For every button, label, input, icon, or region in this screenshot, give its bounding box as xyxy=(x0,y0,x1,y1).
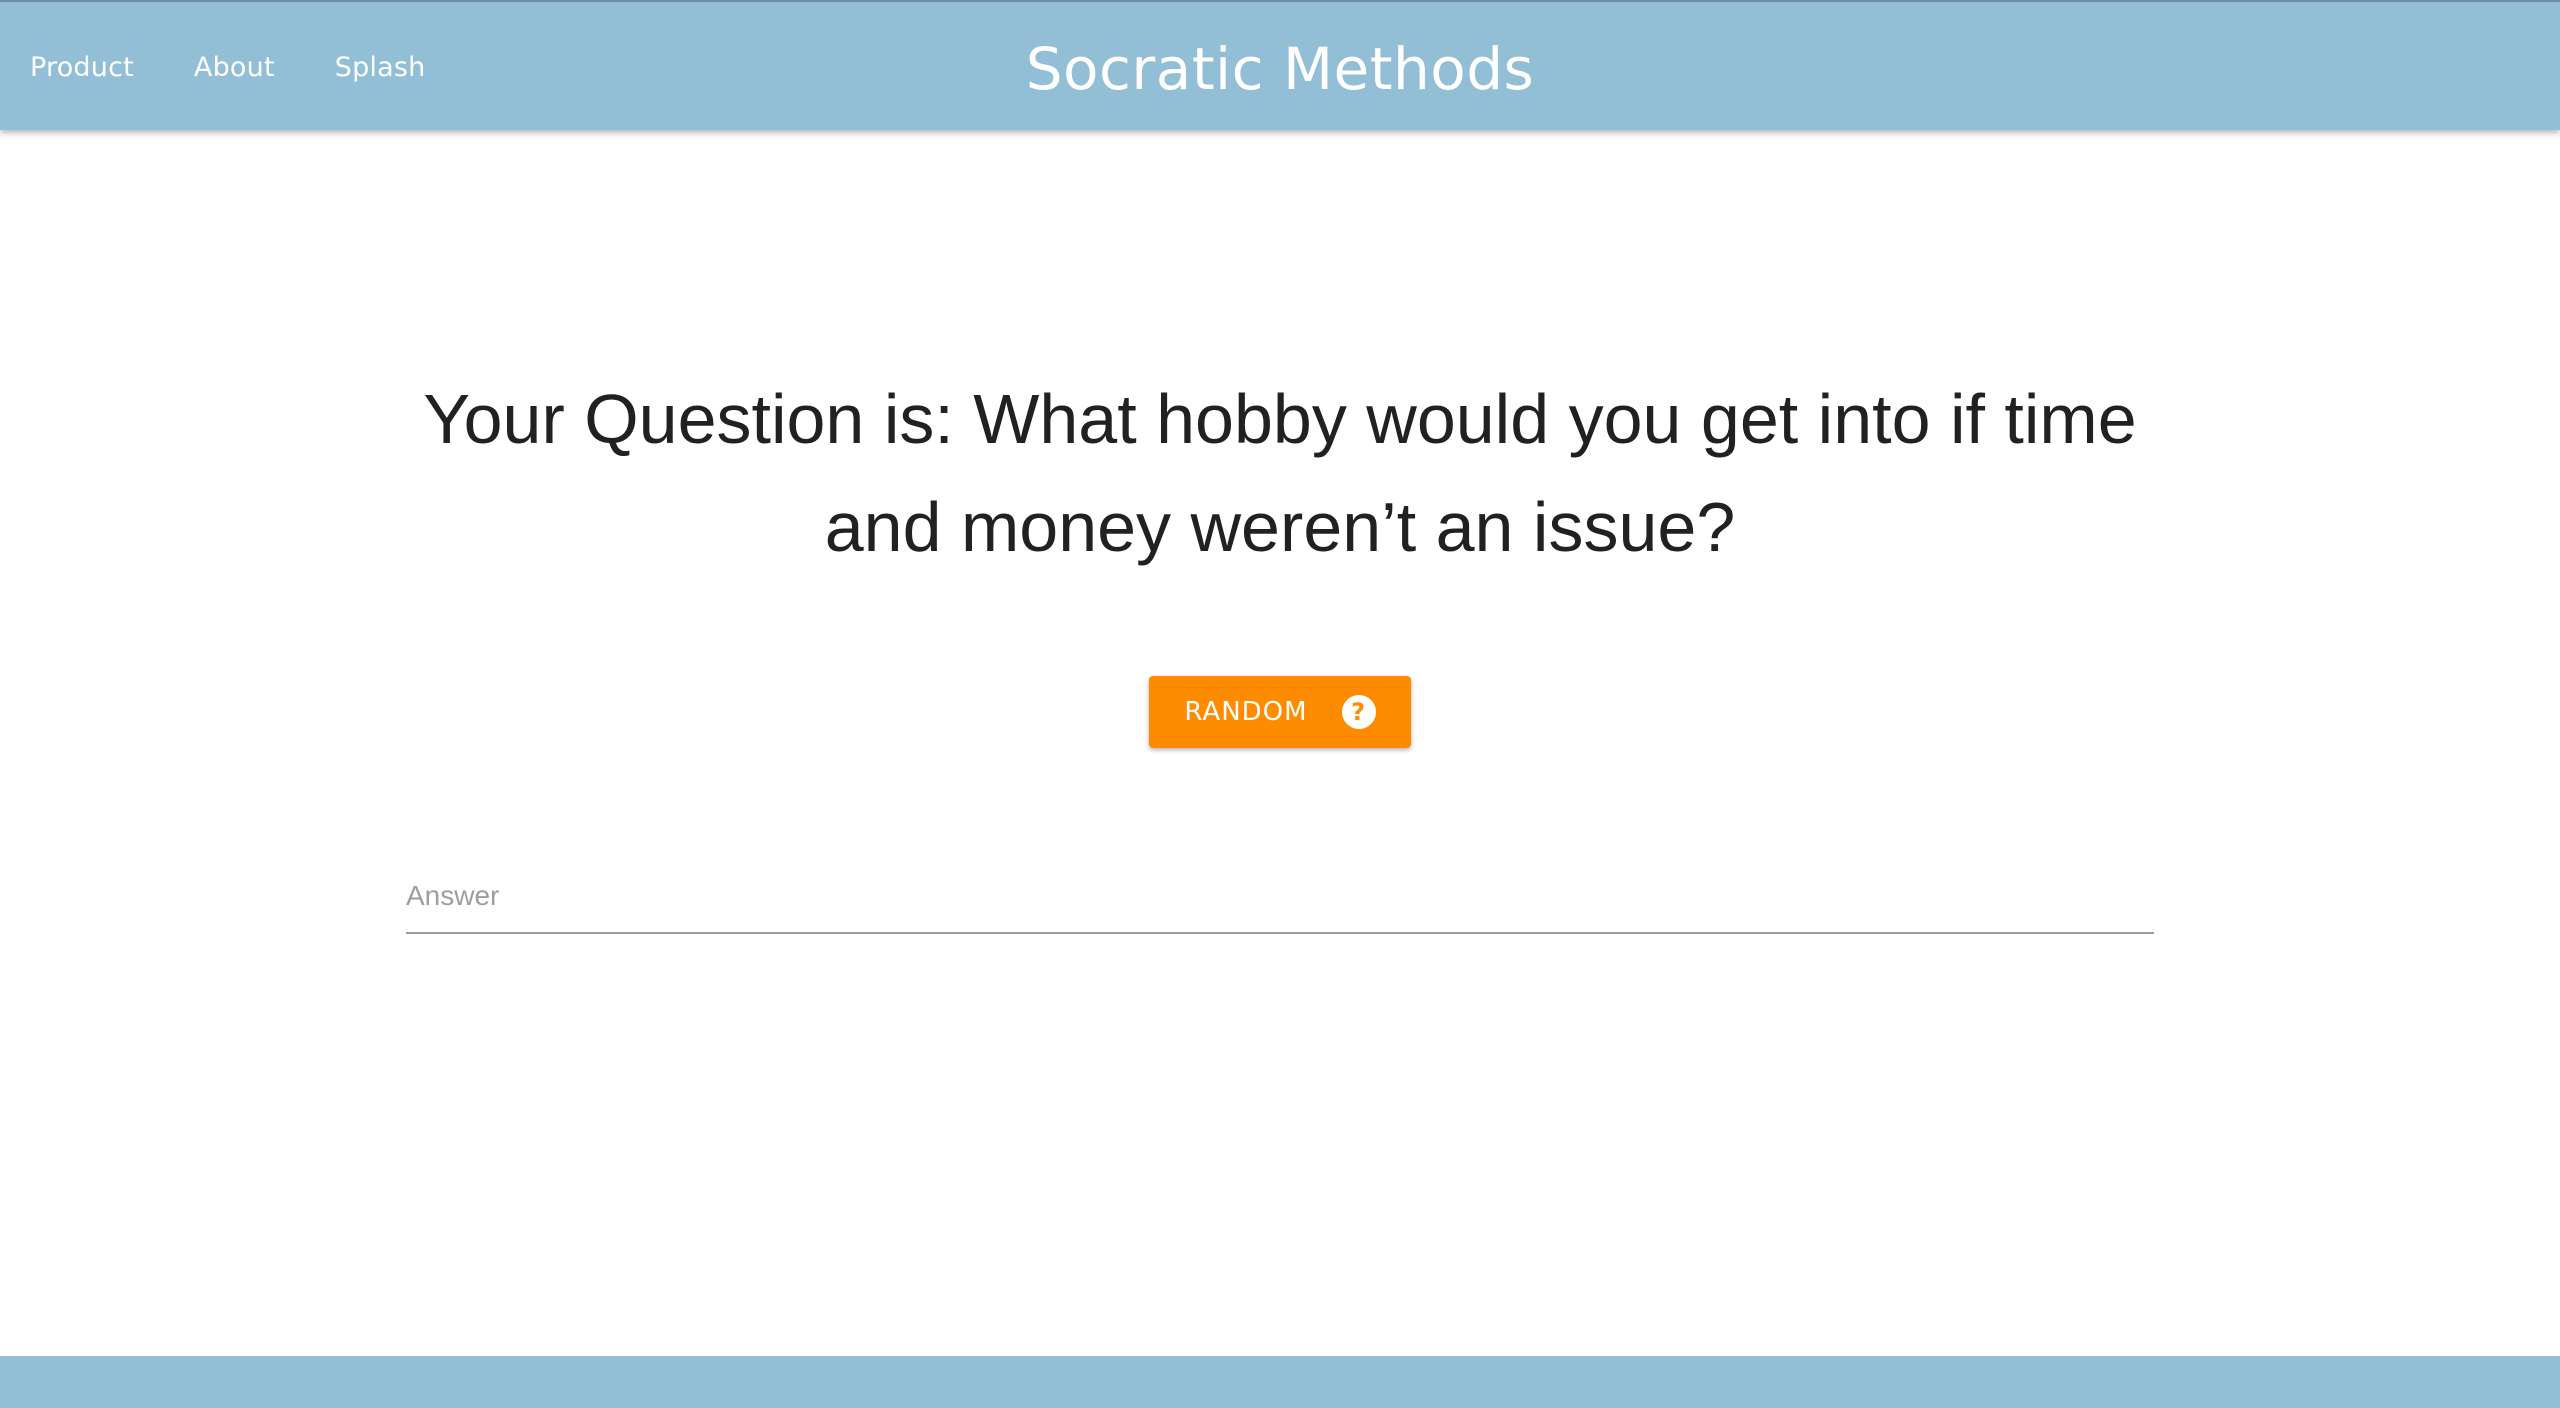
footer-bar xyxy=(0,1356,2560,1408)
app-title: Socratic Methods xyxy=(1025,35,1535,103)
random-button-label: RANDOM xyxy=(1184,697,1308,727)
page: Product About Splash Socratic Methods Yo… xyxy=(0,0,2560,1408)
top-app-bar: Product About Splash Socratic Methods xyxy=(0,0,2560,130)
random-button[interactable]: RANDOM ? xyxy=(1149,676,1411,748)
answer-field xyxy=(406,860,2154,934)
main-content: Your Question is: What hobby would you g… xyxy=(0,130,2560,1356)
answer-input[interactable] xyxy=(406,860,2154,934)
help-circle-icon: ? xyxy=(1341,695,1376,729)
question-text: Your Question is: What hobby would you g… xyxy=(423,380,2137,566)
